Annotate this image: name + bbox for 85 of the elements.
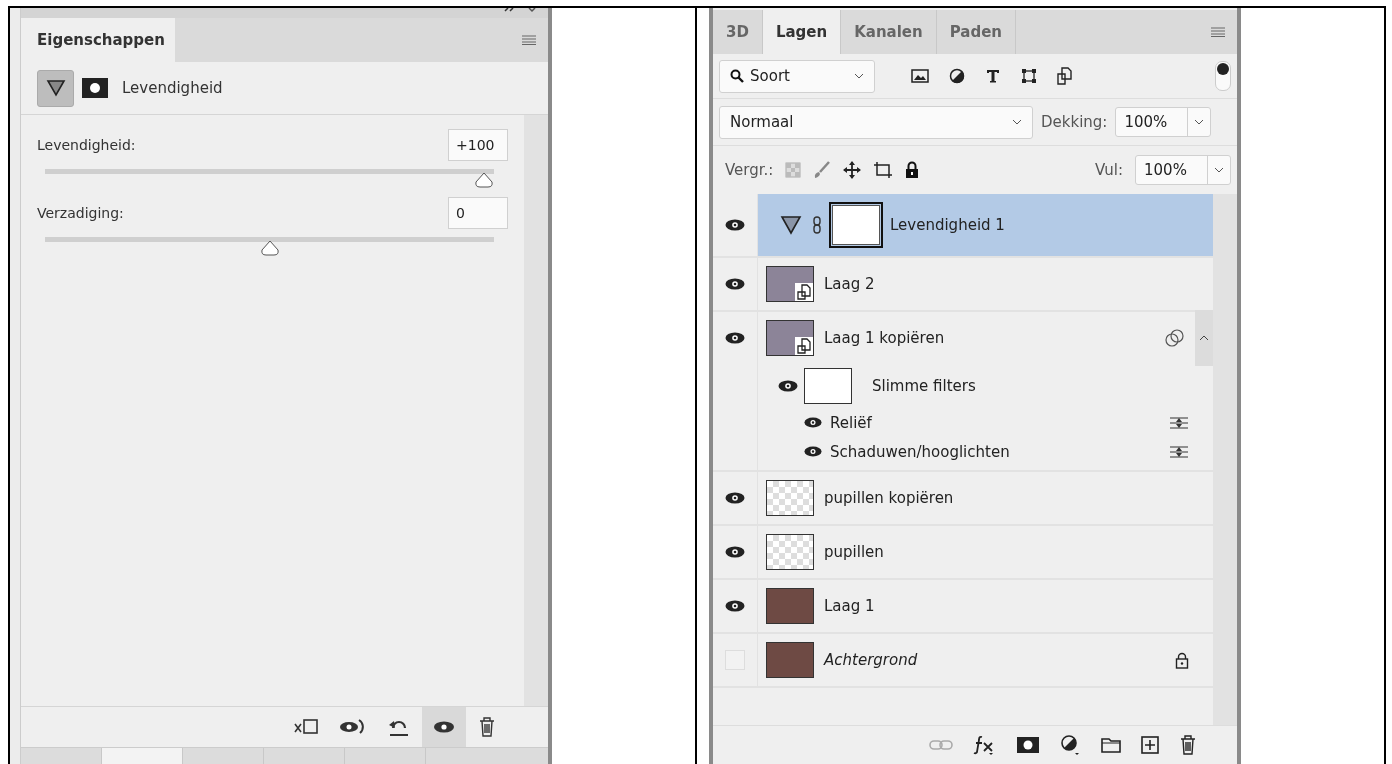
layer-row[interactable]: Laag 1 xyxy=(758,580,1213,632)
blending-options-icon[interactable] xyxy=(1169,444,1189,459)
visibility-eye-icon[interactable] xyxy=(804,446,822,457)
crop-icon[interactable] xyxy=(873,161,894,179)
eye-icon xyxy=(433,720,455,734)
value-field[interactable]: 0 xyxy=(448,197,508,229)
link-icon[interactable] xyxy=(812,215,822,235)
expand-toggle[interactable] xyxy=(1195,310,1213,366)
chevron-down-icon xyxy=(854,73,864,79)
photo-placeholder xyxy=(766,642,814,678)
lock-icon[interactable] xyxy=(905,161,920,179)
blend-mode-dropdown[interactable]: Normaal xyxy=(719,105,1033,139)
filter-name[interactable]: Schaduwen/hooglichten xyxy=(830,442,1010,461)
delete-icon[interactable] xyxy=(1179,735,1197,755)
visibility-eye-icon[interactable] xyxy=(725,492,745,504)
smart-object-icon xyxy=(795,337,813,355)
folder-icon[interactable] xyxy=(1101,737,1121,753)
smart-object-filter-icon[interactable] xyxy=(1057,67,1073,85)
scrollbar-track[interactable] xyxy=(524,115,548,706)
filter-dropdown[interactable]: Soort xyxy=(719,59,875,93)
panel-tab[interactable]: 3D xyxy=(713,10,763,54)
visibility-eye-icon[interactable] xyxy=(725,600,745,612)
adjustment-layer-icon[interactable] xyxy=(1059,734,1081,756)
chevron-down-icon[interactable] xyxy=(1214,167,1224,173)
layer-row[interactable]: pupillen kopiëren xyxy=(758,472,1213,524)
mask-icon[interactable] xyxy=(82,78,108,98)
move-icon[interactable] xyxy=(843,161,862,179)
layer-thumbnail xyxy=(766,480,814,516)
visibility-eye-icon[interactable] xyxy=(804,417,822,428)
scrollbar-track[interactable] xyxy=(1213,194,1237,725)
layer-thumbnail xyxy=(766,534,814,570)
brush-icon[interactable] xyxy=(813,161,832,179)
panel-tab[interactable]: Kanalen xyxy=(841,10,937,54)
image-filter-icon[interactable] xyxy=(911,68,929,84)
menu-icon[interactable] xyxy=(522,35,536,45)
smart-filters-label[interactable]: Slimme filters xyxy=(872,377,976,395)
vibrance-icon xyxy=(45,79,66,97)
close-icon[interactable] xyxy=(528,8,536,14)
layer-row[interactable]: Laag 1 kopiëren xyxy=(758,312,1213,364)
lock-label: Vergr.: xyxy=(725,161,774,179)
blending-options-icon[interactable] xyxy=(1169,415,1189,430)
opacity-label: Dekking: xyxy=(1041,113,1108,131)
mask-icon[interactable] xyxy=(1017,737,1039,753)
panel-tab[interactable]: Lagen xyxy=(762,10,842,54)
search-icon xyxy=(730,69,744,83)
caret-icon xyxy=(1199,335,1209,341)
layer-row[interactable]: pupillen xyxy=(758,526,1213,578)
type-filter-icon[interactable] xyxy=(985,68,1001,84)
smart-object-icon xyxy=(795,283,813,301)
filter-mask-thumbnail[interactable] xyxy=(804,368,852,404)
filter-toggle[interactable] xyxy=(1215,61,1231,91)
value-field[interactable]: +100 xyxy=(448,129,508,161)
opacity-field[interactable]: 100% xyxy=(1115,107,1212,137)
slider-label: Levendigheid: xyxy=(37,137,136,153)
filter-name[interactable]: Reliëf xyxy=(830,413,872,432)
visibility-eye-icon[interactable] xyxy=(725,546,745,558)
adjustment-filter-icon[interactable] xyxy=(949,68,965,84)
photo-placeholder xyxy=(766,588,814,624)
fill-field[interactable]: 100% xyxy=(1135,155,1231,185)
slider-thumb[interactable] xyxy=(474,172,494,188)
mask-thumbnail[interactable] xyxy=(832,205,880,245)
layer-row[interactable]: Laag 2 xyxy=(758,258,1213,310)
chevron-down-icon[interactable] xyxy=(1194,119,1205,125)
adjustment-name: Levendigheid xyxy=(122,79,223,97)
menu-icon[interactable] xyxy=(1211,27,1225,37)
chevron-down-icon xyxy=(1012,119,1022,125)
visibility-eye-icon[interactable] xyxy=(725,332,745,344)
adjustment-button[interactable] xyxy=(37,69,74,107)
visibility-button[interactable] xyxy=(422,707,466,747)
layer-row[interactable]: Achtergrond xyxy=(758,634,1213,686)
slider-thumb[interactable] xyxy=(259,240,280,256)
layer-row[interactable]: Levendigheid 1 xyxy=(758,194,1213,256)
visibility-eye-icon[interactable] xyxy=(725,219,745,231)
panel-tab[interactable]: Eigenschappen xyxy=(21,18,175,62)
panel-tab[interactable]: Paden xyxy=(936,10,1017,54)
smart-filter-icon xyxy=(1165,329,1185,347)
new-layer-icon[interactable] xyxy=(1141,736,1159,754)
vibrance-icon xyxy=(780,215,802,235)
shape-filter-icon[interactable] xyxy=(1021,68,1037,84)
visibility-eye-icon[interactable] xyxy=(725,278,745,290)
fill-label: Vul: xyxy=(1095,161,1123,179)
slider-label: Verzadiging: xyxy=(37,205,124,221)
collapse-icon[interactable] xyxy=(504,8,514,14)
lock-icon[interactable] xyxy=(1175,651,1189,669)
visibility-eye-icon[interactable] xyxy=(778,380,798,392)
